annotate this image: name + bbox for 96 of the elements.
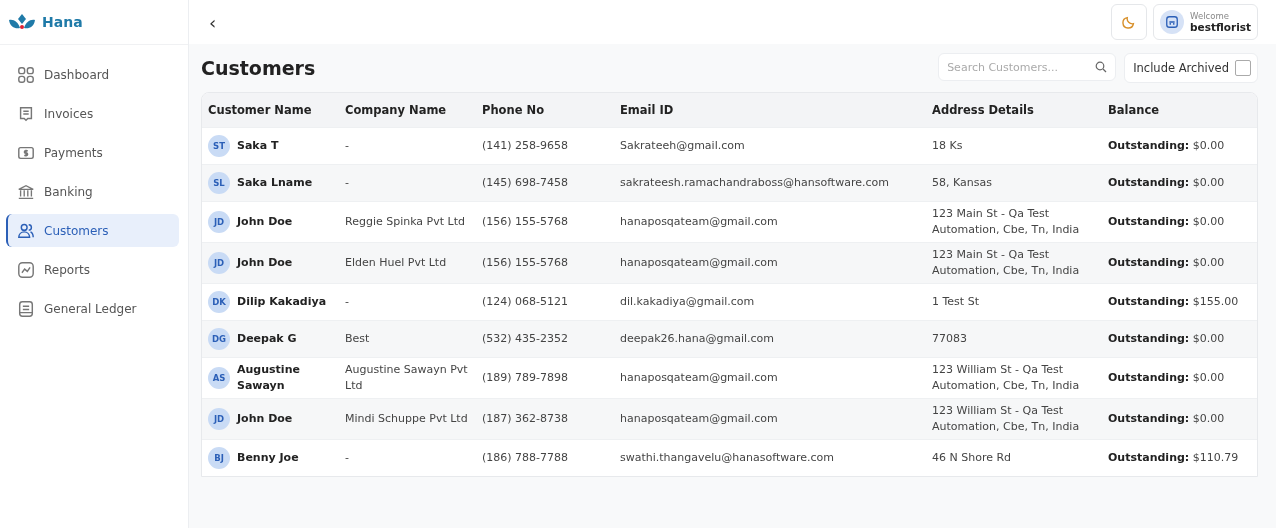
include-archived-label: Include Archived <box>1133 61 1229 75</box>
customer-name: Saka T <box>237 138 279 154</box>
balance-cell-text: Outstanding: $0.00 <box>1107 255 1226 271</box>
balance-cell-text: Outstanding: $0.00 <box>1107 175 1226 191</box>
company-cell-text: - <box>344 175 350 191</box>
column-header: Customer Name <box>207 103 313 117</box>
phone-cell-text: (186) 788-7788 <box>481 450 570 466</box>
theme-toggle-button[interactable] <box>1111 4 1148 40</box>
avatar-icon <box>1160 10 1185 34</box>
customer-name: John Doe <box>237 255 293 271</box>
initials-avatar: ST <box>208 135 230 157</box>
checkbox[interactable] <box>1235 60 1251 76</box>
customer-name: Benny Joe <box>237 450 299 466</box>
initials-avatar: AS <box>208 367 230 389</box>
sidebar-item[interactable]: General Ledger <box>6 292 179 325</box>
address-cell-text: 58, Kansas <box>931 175 993 191</box>
ledger-icon <box>17 299 35 318</box>
customer-name: Augustine Sawayn <box>237 362 301 394</box>
address-cell-text: 123 William St - Qa Test Automation, Cbe, Tn, India <box>931 362 1081 394</box>
balance-cell-text: Outstanding: $0.00 <box>1107 411 1226 427</box>
address-cell-text: 123 Main St - Qa Test Automation, Cbe, Tn, India <box>931 247 1081 279</box>
address-cell-text: 123 William St - Qa Test Automation, Cbe, Tn, India <box>931 403 1081 435</box>
column-header: Balance <box>1107 103 1161 117</box>
address-cell-text: 123 Main St - Qa Test Automation, Cbe, Tn, India <box>931 206 1081 238</box>
company-cell-text: Augustine Sawayn Pvt Ltd <box>344 362 469 394</box>
company-cell-text: - <box>344 450 350 466</box>
initials-avatar: DG <box>208 328 230 350</box>
email-cell-text: dil.kakadiya@gmail.com <box>619 294 756 310</box>
company-cell-text: - <box>344 138 350 154</box>
balance-cell-text: Outstanding: $110.79 <box>1107 450 1240 466</box>
customer-name: Deepak G <box>237 331 297 347</box>
customer-name: Dilip Kakadiya <box>237 294 327 310</box>
sidebar-item[interactable]: Invoices <box>6 97 179 130</box>
phone-cell-text: (187) 362-8738 <box>481 411 570 427</box>
address-cell-text: 77083 <box>931 331 968 347</box>
search-icon <box>1095 61 1108 73</box>
sidebar-item[interactable]: Banking <box>6 175 179 208</box>
email-cell-text: hanaposqateam@gmail.com <box>619 411 779 427</box>
user-name: bestflorist <box>1190 21 1251 33</box>
lotus-logo-icon <box>8 13 36 31</box>
balance-cell-text: Outstanding: $0.00 <box>1107 370 1226 386</box>
grid-icon <box>17 65 35 84</box>
email-cell-text: deepak26.hana@gmail.com <box>619 331 776 347</box>
email-cell-text: hanaposqateam@gmail.com <box>619 255 779 271</box>
moon-icon <box>1122 15 1137 29</box>
search-field[interactable]: Search Customers... <box>938 53 1117 81</box>
customer-name: John Doe <box>237 214 293 230</box>
sidebar-item[interactable]: Customers <box>6 214 179 247</box>
phone-cell-text: (532) 435-2352 <box>481 331 570 347</box>
phone-cell-text: (124) 068-5121 <box>481 294 570 310</box>
balance-cell-text: Outstanding: $155.00 <box>1107 294 1240 310</box>
address-cell-text: 1 Test St <box>931 294 980 310</box>
email-cell-text: hanaposqateam@gmail.com <box>619 370 779 386</box>
customer-name: Saka Lname <box>237 175 313 191</box>
chart-icon <box>17 260 35 279</box>
sidebar-item[interactable]: Payments <box>6 136 179 169</box>
email-cell-text: swathi.thangavelu@hanasoftware.com <box>619 450 835 466</box>
sidebar-item[interactable]: Reports <box>6 253 179 286</box>
users-icon <box>17 221 35 240</box>
initials-avatar: JD <box>208 211 230 233</box>
sidebar-item[interactable]: Dashboard <box>6 58 179 91</box>
email-cell-text: sakrateesh.ramachandraboss@hansoftware.com <box>619 175 890 191</box>
phone-cell-text: (141) 258-9658 <box>481 138 570 154</box>
column-header: Company Name <box>344 103 448 117</box>
company-cell-text: - <box>344 294 350 310</box>
user-menu[interactable]: Welcome bestflorist <box>1153 4 1258 40</box>
company-cell-text: Reggie Spinka Pvt Ltd <box>344 214 466 230</box>
email-cell-text: Sakrateeh@gmail.com <box>619 138 746 154</box>
phone-cell-text: (156) 155-5768 <box>481 214 570 230</box>
column-header: Address Details <box>931 103 1035 117</box>
phone-cell-text: (156) 155-5768 <box>481 255 570 271</box>
receipt-icon <box>17 104 35 123</box>
address-cell-text: 18 Ks <box>931 138 964 154</box>
brand-name: Hana <box>42 14 83 30</box>
company-cell-text: Mindi Schuppe Pvt Ltd <box>344 411 469 427</box>
initials-avatar: JD <box>208 408 230 430</box>
initials-avatar: JD <box>208 252 230 274</box>
address-cell-text: 46 N Shore Rd <box>931 450 1013 466</box>
company-cell-text: Best <box>344 331 371 347</box>
back-button[interactable]: ‹ <box>203 11 223 33</box>
phone-cell-text: (189) 789-7898 <box>481 370 570 386</box>
column-header: Email ID <box>619 103 675 117</box>
initials-avatar: SL <box>208 172 230 194</box>
email-cell-text: hanaposqateam@gmail.com <box>619 214 779 230</box>
balance-cell-text: Outstanding: $0.00 <box>1107 331 1226 347</box>
balance-cell-text: Outstanding: $0.00 <box>1107 138 1226 154</box>
customer-name: John Doe <box>237 411 293 427</box>
phone-cell-text: (145) 698-7458 <box>481 175 570 191</box>
initials-avatar: BJ <box>208 447 230 469</box>
page-title: Customers <box>201 57 316 79</box>
company-cell-text: Elden Huel Pvt Ltd <box>344 255 448 271</box>
welcome-label: Welcome <box>1190 11 1230 21</box>
column-header: Phone No <box>481 103 546 117</box>
initials-avatar: DK <box>208 291 230 313</box>
bank-icon <box>17 182 35 201</box>
balance-cell-text: Outstanding: $0.00 <box>1107 214 1226 230</box>
